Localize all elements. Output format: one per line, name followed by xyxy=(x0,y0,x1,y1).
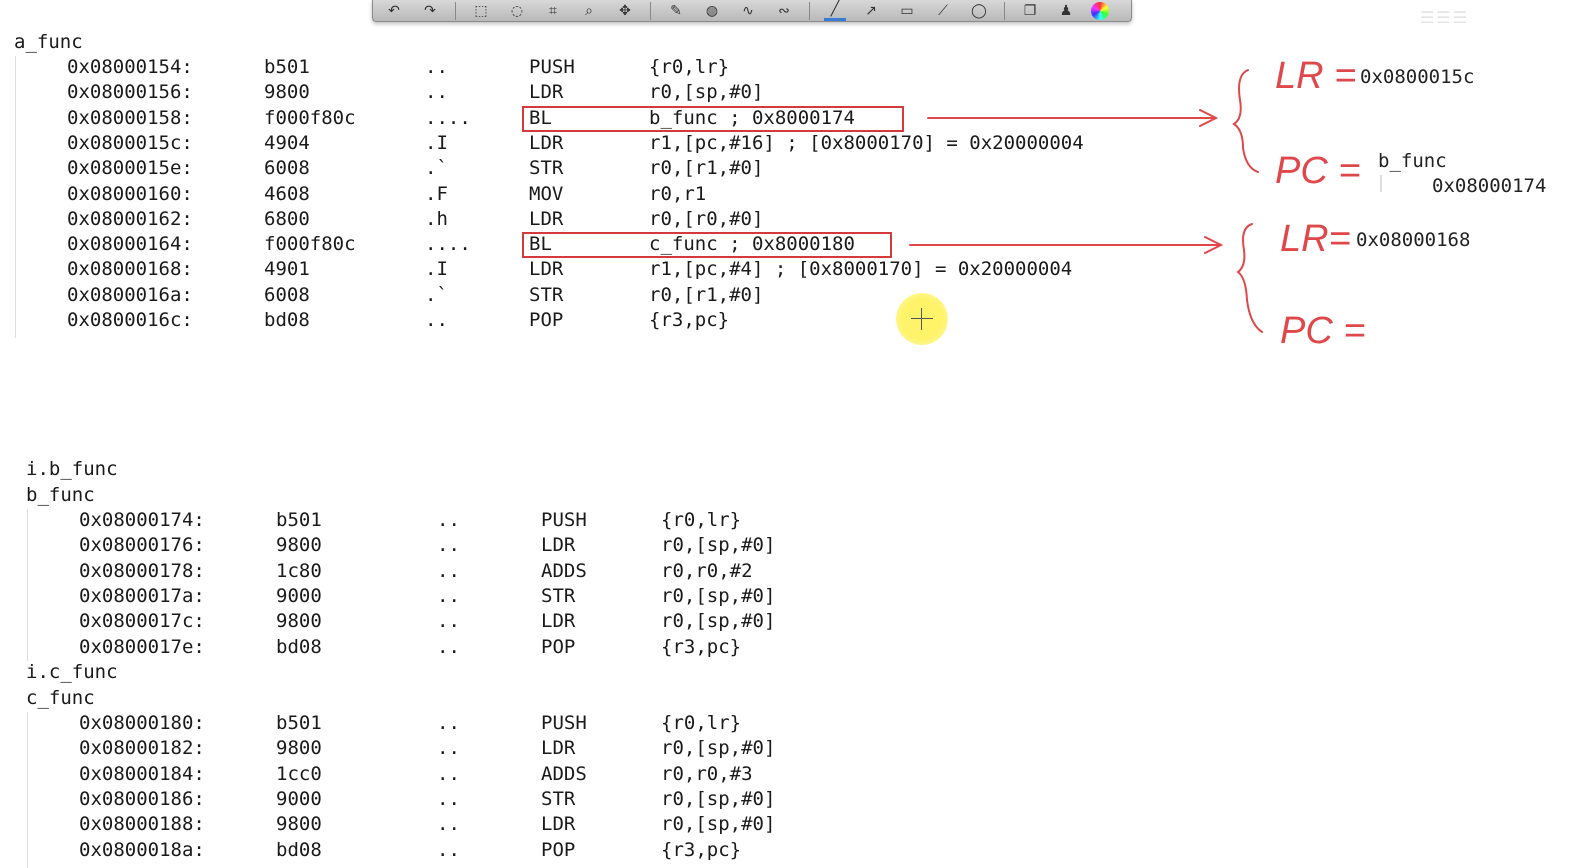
lr-value-2: 0x08000168 xyxy=(1356,229,1471,251)
pc-value-1-name: b_func xyxy=(1378,150,1447,172)
lr-label-2: LR= xyxy=(1280,218,1351,260)
pc-label-2: PC = xyxy=(1280,310,1366,352)
brace-second xyxy=(1236,223,1263,333)
lr-value-1: 0x0800015c xyxy=(1360,66,1475,88)
arrow-to-b-func xyxy=(927,109,1219,127)
brace-first xyxy=(1232,69,1259,173)
annotation-layer xyxy=(909,69,1382,333)
pc-label-1: PC = xyxy=(1275,150,1361,192)
mouse-cursor-highlight xyxy=(896,293,948,345)
arrow-to-c-func xyxy=(909,236,1224,254)
lr-label-1: LR = xyxy=(1275,55,1357,97)
pc-value-1-addr: 0x08000174 xyxy=(1432,175,1547,197)
